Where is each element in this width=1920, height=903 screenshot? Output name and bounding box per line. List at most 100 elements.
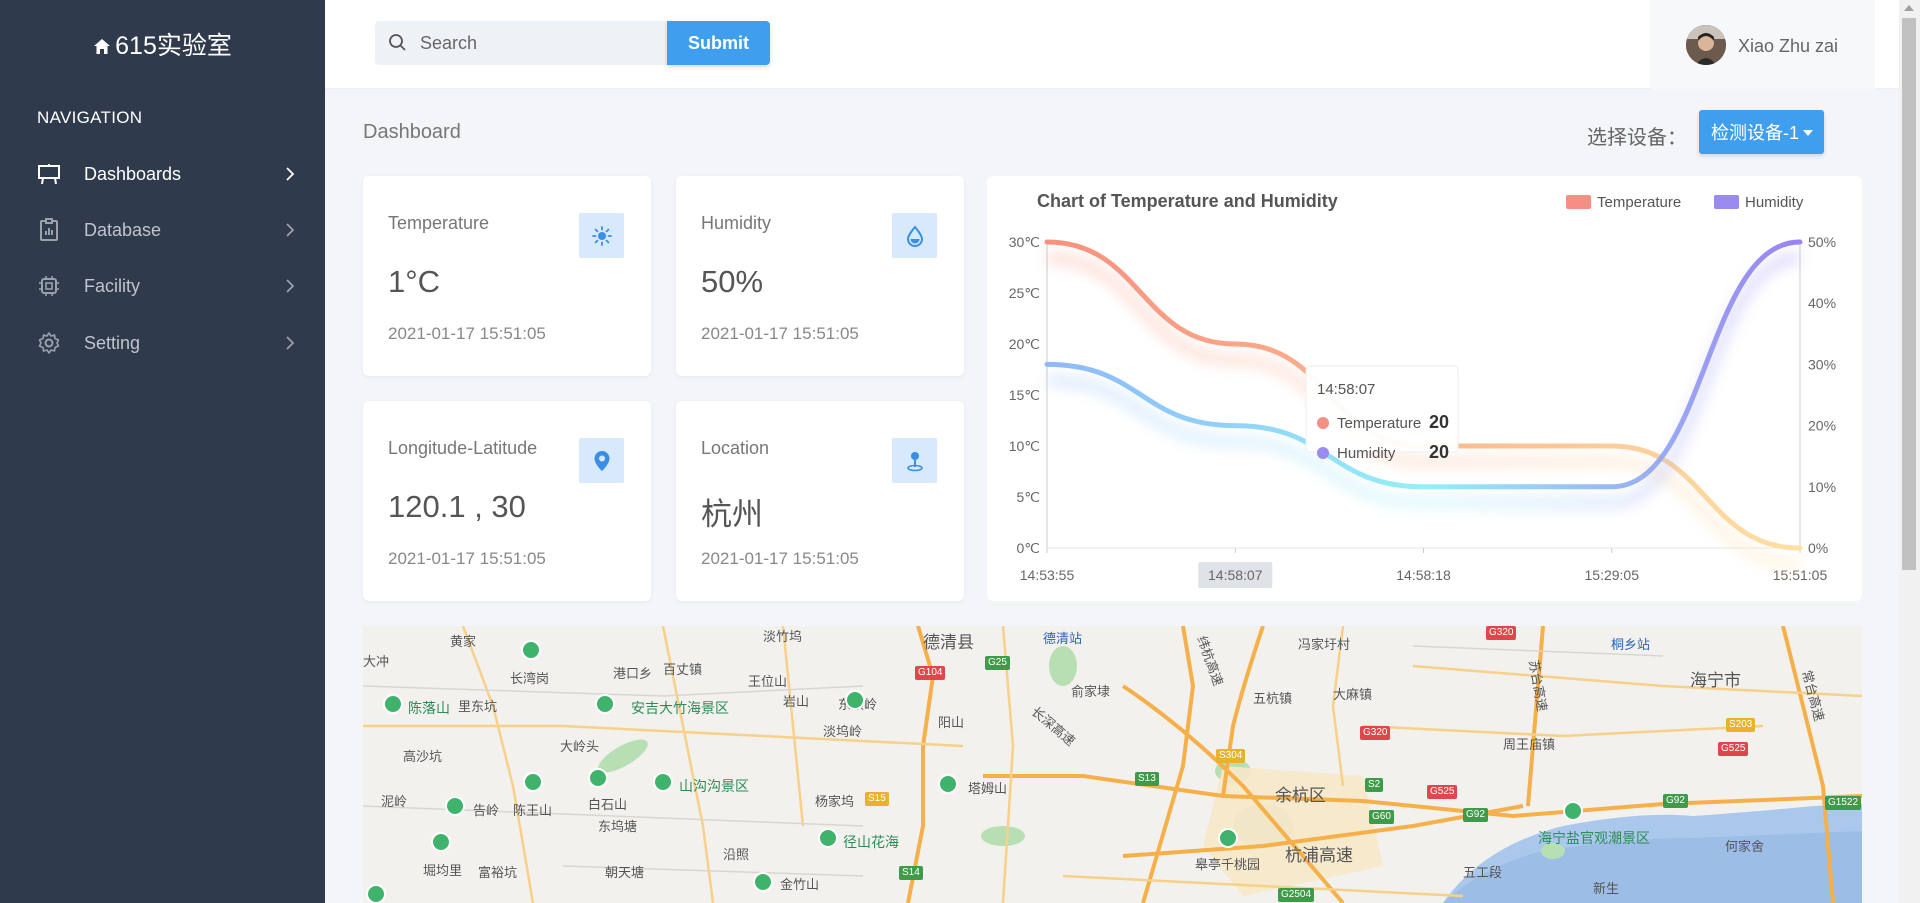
x-tick-label: 14:53:55 bbox=[1020, 567, 1075, 583]
y-tick-label-left: 25℃ bbox=[1009, 285, 1040, 301]
search-input[interactable] bbox=[420, 21, 660, 65]
dashboard-icon bbox=[38, 164, 60, 185]
map-label: 冯家圩村 bbox=[1298, 637, 1351, 652]
map-label: 何家舍 bbox=[1725, 839, 1765, 854]
legend-swatch bbox=[1714, 195, 1739, 209]
avatar[interactable] bbox=[1686, 25, 1726, 65]
sidebar-item-database[interactable]: Database bbox=[0, 207, 325, 253]
map-park-pin[interactable] bbox=[588, 768, 608, 788]
y-tick-label-right: 20% bbox=[1808, 418, 1836, 434]
map-label: 淡竹坞 bbox=[763, 629, 803, 644]
tooltip-series-value: 20 bbox=[1429, 442, 1449, 462]
home-icon bbox=[94, 39, 111, 55]
clipboard-icon bbox=[40, 218, 58, 241]
chart-title: Chart of Temperature and Humidity bbox=[1037, 191, 1338, 211]
user-menu[interactable]: Xiao Zhu zai bbox=[1650, 0, 1875, 89]
card-label: Temperature bbox=[388, 213, 490, 233]
gear-icon bbox=[38, 332, 60, 354]
location-marker-icon bbox=[892, 438, 937, 483]
map-label: 陈落山 bbox=[408, 700, 450, 716]
map-label: 里东坑 bbox=[458, 699, 498, 714]
map-park-pin[interactable] bbox=[523, 772, 543, 792]
map-park-pin[interactable] bbox=[521, 640, 541, 660]
map-view[interactable]: 黄家 长湾岗 港口乡 百丈镇 淡竹坞 德清县 德清站 纬杭高速 冯家圩村 苏台高… bbox=[363, 626, 1862, 903]
y-tick-label-right: 40% bbox=[1808, 295, 1836, 311]
map-park-pin[interactable] bbox=[445, 796, 465, 816]
highway-shield: S15 bbox=[865, 792, 889, 806]
map-label: 大麻镇 bbox=[1333, 687, 1373, 702]
submit-button[interactable]: Submit bbox=[667, 21, 770, 65]
tooltip-dot bbox=[1317, 417, 1329, 429]
sidebar-item-setting[interactable]: Setting bbox=[0, 320, 325, 366]
map-park-pin[interactable] bbox=[1218, 828, 1238, 848]
map-park-pin[interactable] bbox=[595, 694, 615, 714]
chevron-right-icon bbox=[286, 167, 295, 181]
sidebar-item-facility[interactable]: Facility bbox=[0, 263, 325, 309]
map-park-pin[interactable] bbox=[383, 694, 403, 714]
card-label: Longitude-Latitude bbox=[388, 438, 538, 458]
device-select-label: 选择设备： bbox=[1587, 127, 1687, 149]
y-tick-label-right: 50% bbox=[1808, 234, 1836, 250]
map-label: 长湾岗 bbox=[510, 671, 550, 686]
highway-shield: G104 bbox=[915, 666, 946, 680]
map-park-pin[interactable] bbox=[818, 828, 838, 848]
brand[interactable]: 615实验室 bbox=[0, 26, 325, 62]
map-label: 新生 bbox=[1593, 881, 1620, 896]
map-label: 堀均里 bbox=[423, 863, 463, 878]
page-title: Dashboard bbox=[363, 121, 461, 143]
chart-svg: Chart of Temperature and Humidity Tempera… bbox=[1009, 191, 1836, 588]
caret-down-icon bbox=[1803, 130, 1813, 136]
map-park-pin[interactable] bbox=[431, 832, 451, 852]
y-tick-label-left: 5℃ bbox=[1016, 489, 1040, 505]
highway-shield: S13 bbox=[1135, 772, 1159, 786]
brand-title: 615实验室 bbox=[115, 32, 232, 60]
nav-title: NAVIGATION bbox=[37, 108, 143, 127]
user-name: Xiao Zhu zai bbox=[1738, 36, 1839, 56]
map-label: 杨家坞 bbox=[815, 794, 855, 809]
map-park-pin[interactable] bbox=[845, 690, 865, 710]
map-label: 泥岭 bbox=[381, 794, 408, 809]
map-label: 港口乡 bbox=[613, 666, 653, 681]
map-label: 山沟沟景区 bbox=[679, 778, 749, 794]
card-timestamp: 2021-01-17 15:51:05 bbox=[388, 549, 546, 568]
page-scrollbar[interactable] bbox=[1899, 0, 1920, 903]
map-label: 大冲 bbox=[363, 654, 390, 669]
tooltip-series-name: Humidity bbox=[1337, 445, 1396, 462]
y-tick-label-left: 15℃ bbox=[1009, 387, 1040, 403]
map-park-pin[interactable] bbox=[753, 872, 773, 892]
highway-shield: G1522 bbox=[1825, 796, 1862, 810]
map-park-pin[interactable] bbox=[653, 772, 673, 792]
map-label: 阳山 bbox=[938, 715, 965, 730]
x-tick-label: 14:58:18 bbox=[1396, 567, 1451, 583]
x-tick-label: 15:51:05 bbox=[1773, 567, 1828, 583]
legend-swatch bbox=[1566, 195, 1591, 209]
search-box bbox=[375, 21, 667, 65]
map-park-pin[interactable] bbox=[1563, 801, 1583, 821]
card-timestamp: 2021-01-17 15:51:05 bbox=[701, 324, 859, 343]
map-label: 岩山 bbox=[783, 694, 810, 709]
scrollbar-thumb[interactable] bbox=[1902, 18, 1916, 570]
humidity-card: Humidity 50% 2021-01-17 15:51:05 bbox=[676, 176, 964, 376]
scroll-up-arrow-icon[interactable] bbox=[1904, 5, 1914, 11]
map-label: 杭浦高速 bbox=[1285, 846, 1353, 865]
map-label: 淡坞岭 bbox=[823, 724, 863, 739]
highway-shield: S14 bbox=[899, 866, 923, 880]
map-park-pin[interactable] bbox=[938, 774, 958, 794]
map-label: 海宁市 bbox=[1690, 671, 1741, 690]
sidebar-item-dashboards[interactable]: Dashboards bbox=[0, 151, 325, 197]
highway-shield: G60 bbox=[1369, 810, 1394, 824]
card-value: 杭州 bbox=[701, 497, 763, 532]
device-select-dropdown[interactable]: 检测设备-1 bbox=[1699, 110, 1824, 154]
tooltip-dot bbox=[1317, 447, 1329, 459]
map-roads bbox=[363, 626, 1862, 903]
map-label: 东坞塘 bbox=[598, 819, 638, 834]
sidebar-item-label: Setting bbox=[84, 332, 141, 353]
highway-shield: G525 bbox=[1718, 742, 1749, 756]
chart-tooltip bbox=[1305, 365, 1459, 453]
y-tick-label-right: 30% bbox=[1808, 356, 1836, 372]
map-park-pin[interactable] bbox=[366, 884, 386, 903]
y-tick-label-left: 20℃ bbox=[1009, 336, 1040, 352]
legend-label: Temperature bbox=[1597, 194, 1681, 211]
map-label: 告岭 bbox=[473, 803, 500, 818]
top-header: Submit Xiao Zhu zai bbox=[325, 0, 1920, 89]
